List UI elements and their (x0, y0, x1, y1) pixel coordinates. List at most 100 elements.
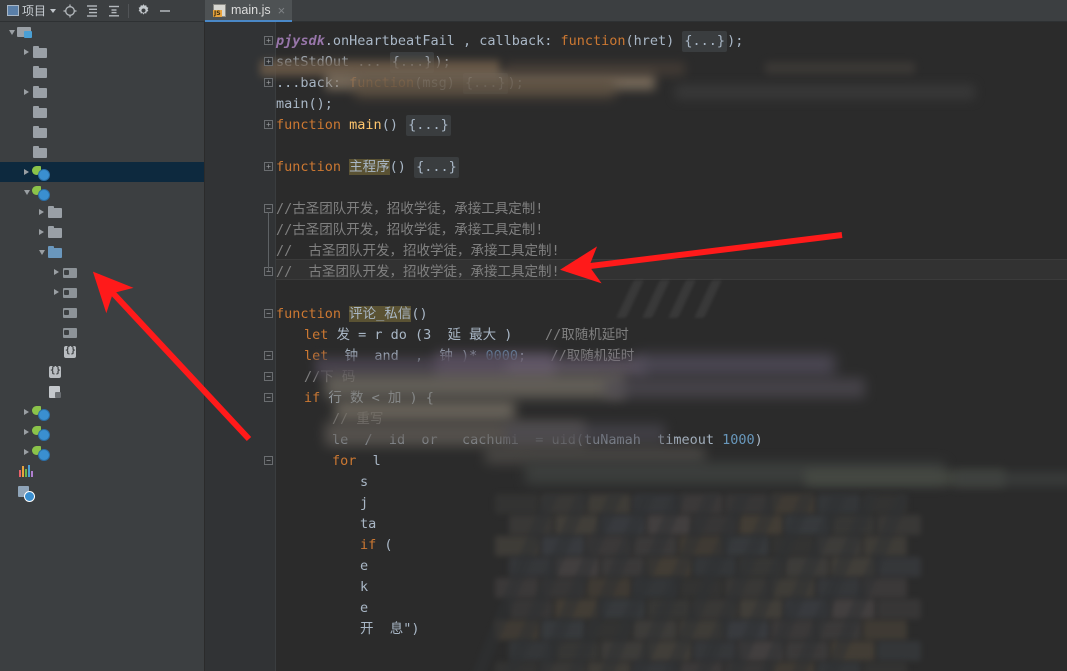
code-line[interactable]: // 古圣团队开发，招收学徒，承接工具定制! (276, 262, 560, 283)
code-line[interactable]: ...back: function(msg) {...}); (276, 73, 524, 94)
chevron-right-icon[interactable] (21, 442, 32, 462)
fold-collapse-icon[interactable]: − (264, 456, 273, 465)
chevron-down-icon[interactable] (21, 182, 32, 202)
code-line[interactable]: le / id or cachumi = uid(tuNamah timeout… (332, 430, 763, 451)
code-line[interactable]: // 古圣团队开发，招收学徒，承接工具定制! (276, 241, 560, 262)
tree-item-15[interactable] (0, 322, 204, 342)
code-text-area[interactable]: pjysdk.onHeartbeatFail , callback: funct… (276, 22, 1067, 671)
fold-collapse-icon[interactable]: − (264, 393, 273, 402)
js-file-icon (213, 3, 226, 17)
code-line[interactable]: e (360, 556, 368, 577)
tree-item-1[interactable] (0, 42, 204, 62)
fold-collapse-icon[interactable]: − (264, 309, 273, 318)
tree-item-22[interactable] (0, 462, 204, 482)
code-editor[interactable]: pjysdk.onHeartbeatFail , callback: funct… (205, 22, 1067, 671)
code-line[interactable]: pjysdk.onHeartbeatFail , callback: funct… (276, 31, 743, 52)
code-line[interactable]: let 钟 and , 钟 )* 0000; //取随机延时 (304, 346, 634, 367)
code-line[interactable]: k (360, 577, 368, 598)
code-line[interactable]: //下 码 (304, 367, 355, 388)
excluded-folder-icon (62, 324, 79, 340)
chevron-right-icon[interactable] (21, 42, 32, 62)
fold-collapse-icon[interactable]: − (264, 351, 273, 360)
code-line[interactable]: function 主程序() {...} (276, 157, 459, 178)
chevron-right-icon[interactable] (51, 282, 62, 302)
expand-all-icon[interactable] (81, 1, 103, 21)
code-line[interactable]: if ( (360, 535, 393, 556)
chevron-right-icon[interactable] (21, 82, 32, 102)
chevron-right-icon[interactable] (21, 402, 32, 422)
tree-item-18[interactable] (0, 382, 204, 402)
fold-expand-icon[interactable]: + (264, 78, 273, 87)
code-line[interactable]: function main() {...} (276, 115, 451, 136)
tree-item-20[interactable] (0, 422, 204, 442)
project-view-selector[interactable]: 项目 (4, 1, 59, 21)
chevron-right-icon[interactable] (36, 222, 47, 242)
tree-item-19[interactable] (0, 402, 204, 422)
tree-item-0[interactable] (0, 22, 204, 42)
tree-item-17[interactable] (0, 362, 204, 382)
tree-item-7[interactable] (0, 162, 204, 182)
tree-item-12[interactable] (0, 262, 204, 282)
chevron-right-icon[interactable] (21, 422, 32, 442)
tree-item-21[interactable] (0, 442, 204, 462)
fold-expand-icon[interactable]: + (264, 57, 273, 66)
twisty-none (51, 342, 62, 362)
chevron-right-icon[interactable] (51, 262, 62, 282)
folder-icon (47, 224, 64, 240)
chevron-right-icon[interactable] (21, 162, 32, 182)
twisty-none (36, 362, 47, 382)
twisty-none (21, 102, 32, 122)
close-icon[interactable]: × (276, 4, 286, 17)
tree-item-3[interactable] (0, 82, 204, 102)
fold-expand-icon[interactable]: + (264, 162, 273, 171)
excluded-folder-icon (62, 304, 79, 320)
code-line[interactable]: e (360, 598, 368, 619)
tree-item-4[interactable] (0, 102, 204, 122)
project-toolbar: 项目 (0, 0, 205, 22)
external-libraries-icon (17, 464, 34, 480)
tree-item-8[interactable] (0, 182, 204, 202)
tree-item-2[interactable] (0, 62, 204, 82)
code-line[interactable]: s (360, 472, 368, 493)
tree-item-11[interactable] (0, 242, 204, 262)
tree-item-10[interactable] (0, 222, 204, 242)
tree-item-5[interactable] (0, 122, 204, 142)
code-line[interactable]: //古圣团队开发，招收学徒，承接工具定制! (276, 199, 543, 220)
code-line[interactable]: for l (332, 451, 381, 472)
fold-expand-icon[interactable]: + (264, 120, 273, 129)
tree-item-23[interactable] (0, 482, 204, 502)
settings-gear-icon[interactable] (132, 1, 154, 21)
tree-item-6[interactable] (0, 142, 204, 162)
editor-tab-bar: main.js × (205, 0, 1067, 22)
code-line[interactable]: setStdOut ... {...}); (276, 52, 451, 73)
code-line[interactable]: function 评论_私信() (276, 304, 428, 325)
tree-item-16[interactable] (0, 342, 204, 362)
root-folder-icon (17, 24, 34, 40)
code-line[interactable]: main(); (276, 94, 333, 115)
tree-item-13[interactable] (0, 282, 204, 302)
tab-main-js[interactable]: main.js × (205, 0, 293, 22)
chevron-down-icon[interactable] (36, 242, 47, 262)
code-line[interactable]: ta (360, 514, 376, 535)
code-line[interactable]: if 行 数 < 加 ) { (304, 388, 434, 409)
folder-icon (32, 144, 49, 160)
code-line[interactable]: j (360, 493, 368, 514)
excluded-folder-icon (62, 264, 79, 280)
code-line[interactable]: 开 息") (360, 619, 420, 640)
code-line[interactable]: // 重写 (332, 409, 383, 430)
hide-panel-icon[interactable] (154, 1, 176, 21)
project-tree-panel[interactable] (0, 22, 204, 671)
locate-target-icon[interactable] (59, 1, 81, 21)
tree-item-14[interactable] (0, 302, 204, 322)
chevron-right-icon[interactable] (36, 202, 47, 222)
code-line[interactable]: let 发 = r do (3 延 最大 ) //取随机延时 (304, 325, 629, 346)
tree-item-9[interactable] (0, 202, 204, 222)
code-line[interactable]: //古圣团队开发，招收学徒，承接工具定制! (276, 220, 543, 241)
fold-expand-icon[interactable]: + (264, 36, 273, 45)
collapse-all-icon[interactable] (103, 1, 125, 21)
twisty-none (6, 462, 17, 482)
chevron-down-icon[interactable] (6, 22, 17, 42)
twisty-none (21, 122, 32, 142)
fold-collapse-icon[interactable]: − (264, 372, 273, 381)
tab-bar-empty-space (292, 0, 1067, 22)
